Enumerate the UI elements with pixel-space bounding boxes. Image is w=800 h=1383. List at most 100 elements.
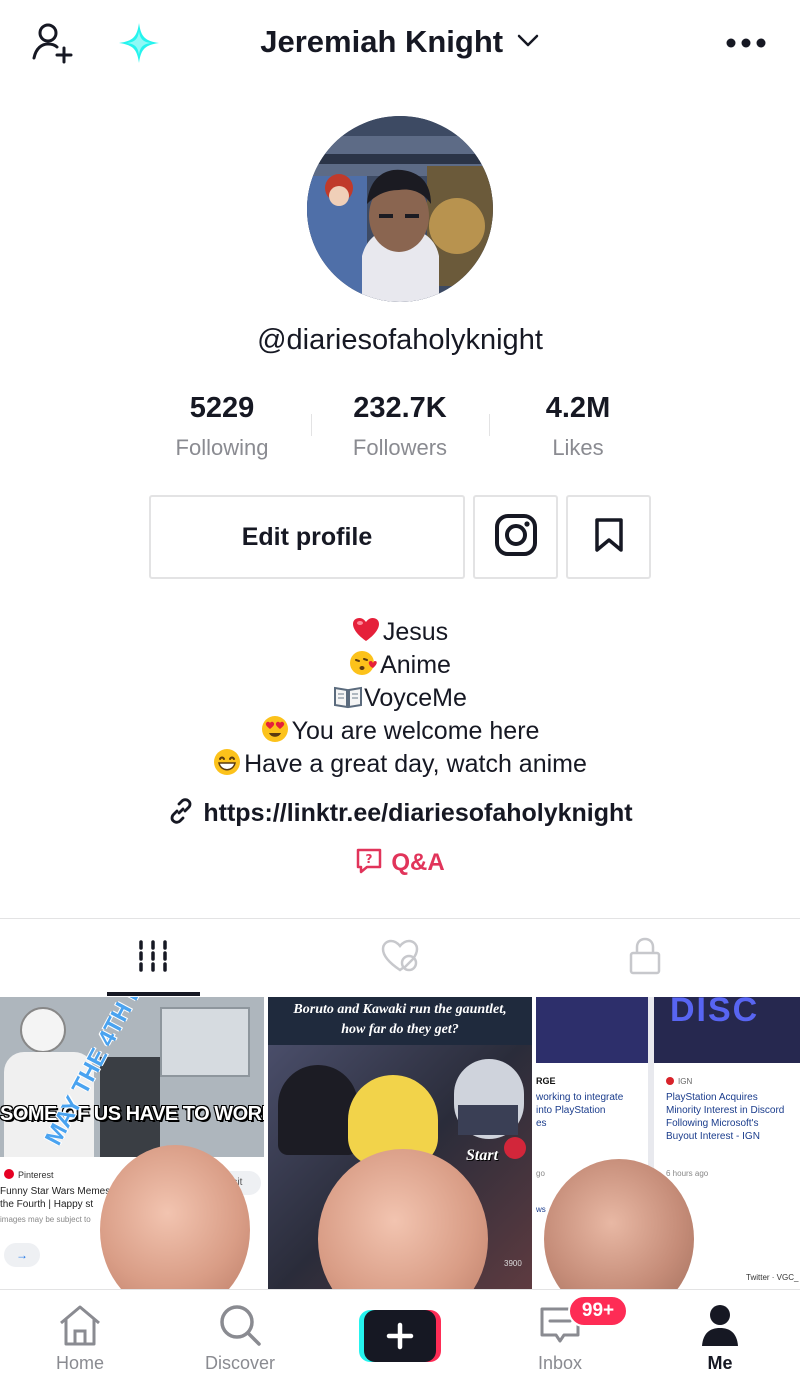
tab-private[interactable] bbox=[512, 919, 778, 997]
ign-logo-icon bbox=[666, 1077, 674, 1085]
stat-value: 4.2M bbox=[545, 392, 611, 424]
bookmark-icon bbox=[594, 517, 624, 558]
card-lines: working to integrate into PlayStation es bbox=[536, 1091, 623, 1130]
headline-line: how far do they get? bbox=[341, 1022, 459, 1037]
card-label: RGE bbox=[536, 1076, 556, 1086]
card-source-row: IGN bbox=[666, 1075, 692, 1088]
tab-videos[interactable] bbox=[20, 919, 286, 997]
nav-discover[interactable]: Discover bbox=[160, 1290, 320, 1383]
home-icon bbox=[0, 1302, 160, 1348]
bio-text: Have a great day, watch anime bbox=[244, 750, 587, 778]
nav-me[interactable]: Me bbox=[640, 1290, 800, 1383]
link-text: https://linktr.ee/diariesofaholyknight bbox=[203, 799, 633, 827]
tab-liked[interactable] bbox=[267, 919, 533, 997]
instagram-icon bbox=[494, 513, 538, 562]
card-line: es bbox=[536, 1118, 547, 1129]
edit-profile-button[interactable]: Edit profile bbox=[149, 495, 465, 579]
card-note: images may be subject to bbox=[0, 1215, 91, 1224]
card-title: Funny Star Wars Memes the Fourth | Happy… bbox=[0, 1185, 110, 1211]
stat-label: Following bbox=[175, 435, 269, 460]
discord-banner-right: DISC bbox=[654, 997, 800, 1063]
arrow-right-icon: → bbox=[4, 1243, 40, 1267]
card-source: IGN bbox=[678, 1077, 693, 1086]
profile-switcher[interactable]: Jeremiah Knight bbox=[0, 22, 800, 60]
nav-home[interactable]: Home bbox=[0, 1290, 160, 1383]
nav-label: Home bbox=[55, 1353, 104, 1373]
stat-label: Followers bbox=[352, 435, 448, 460]
video-thumbnail[interactable]: DISC RGE working to integrate into PlayS… bbox=[536, 997, 800, 1289]
headline-text: Boruto and Kawaki run the gauntlet, how … bbox=[268, 997, 532, 1040]
open-book-icon bbox=[333, 682, 363, 710]
bio-text: You are welcome here bbox=[291, 717, 540, 745]
grid-icon bbox=[137, 939, 169, 977]
card-title-line: Following Microsoft's bbox=[666, 1118, 759, 1129]
profile-link[interactable]: https://linktr.ee/diariesofaholyknight bbox=[0, 797, 800, 828]
bio-line: VoyceMe bbox=[0, 682, 800, 715]
card-news: ws bbox=[536, 1205, 546, 1214]
card-title-line: the Fourth | Happy st bbox=[0, 1199, 94, 1210]
stat-followers[interactable]: 232.7K Followers bbox=[311, 392, 489, 461]
card-title-line: Buyout Interest - IGN bbox=[666, 1131, 760, 1142]
search-icon bbox=[160, 1302, 320, 1348]
active-tab-indicator bbox=[107, 992, 200, 996]
profile-handle: @diariesofaholyknight bbox=[257, 324, 543, 356]
nav-label: Me bbox=[707, 1353, 733, 1373]
chevron-down-icon bbox=[516, 24, 540, 60]
profile-bio: Jesus Anime VoyceMe You are welcome here… bbox=[0, 616, 800, 781]
card-title-line: Funny Star Wars Memes bbox=[0, 1186, 111, 1197]
bookmark-button[interactable] bbox=[566, 495, 651, 579]
video-thumbnail[interactable]: SOME OF US HAVE TO WORK TODAY Pinterest … bbox=[0, 997, 264, 1289]
stat-value: 5229 bbox=[189, 392, 255, 424]
svg-text:?: ? bbox=[366, 852, 373, 866]
bio-line: Jesus bbox=[0, 616, 800, 649]
card-line: working to integrate bbox=[536, 1092, 624, 1103]
pinterest-logo-icon bbox=[4, 1169, 14, 1179]
card-source-row: Pinterest bbox=[4, 1169, 54, 1180]
stat-label: Likes bbox=[552, 435, 604, 460]
more-icon[interactable] bbox=[721, 18, 771, 68]
lock-icon bbox=[628, 937, 662, 980]
bio-line: Have a great day, watch anime bbox=[0, 748, 800, 781]
bio-text: Jesus bbox=[382, 618, 449, 646]
stat-likes[interactable]: 4.2M Likes bbox=[489, 392, 667, 461]
bio-text: VoyceMe bbox=[364, 684, 467, 712]
bio-line: Anime bbox=[0, 649, 800, 682]
video-grid: SOME OF US HAVE TO WORK TODAY Pinterest … bbox=[0, 997, 800, 1289]
profile-tabs bbox=[0, 919, 800, 997]
card-footer: Twitter · VGC_ bbox=[746, 1273, 799, 1282]
card-source: Pinterest bbox=[18, 1170, 54, 1180]
person-icon bbox=[640, 1302, 800, 1348]
question-box-icon: ? bbox=[355, 848, 391, 876]
stat-value: 232.7K bbox=[353, 392, 447, 424]
create-button[interactable] bbox=[359, 1310, 441, 1362]
nav-label: Discover bbox=[204, 1353, 275, 1373]
red-heart-icon bbox=[352, 616, 380, 644]
bottom-nav: Home Discover Inbox 99+ Me bbox=[0, 1289, 800, 1383]
inbox-badge: 99+ bbox=[568, 1295, 628, 1327]
nav-label: Inbox bbox=[537, 1353, 583, 1373]
discord-banner-left bbox=[536, 997, 648, 1063]
avatar[interactable] bbox=[307, 116, 493, 302]
view-counter: 3900 bbox=[504, 1259, 522, 1268]
card-time: 6 hours ago bbox=[666, 1169, 709, 1178]
card-title-line: PlayStation Acquires bbox=[666, 1092, 758, 1103]
start-label: Start bbox=[466, 1147, 499, 1164]
profile-stats: 5229 Following 232.7K Followers 4.2M Lik… bbox=[133, 392, 667, 472]
headline-line: Boruto and Kawaki run the gauntlet, bbox=[293, 1002, 507, 1017]
qa-button[interactable]: ? Q&A bbox=[0, 847, 800, 877]
bio-text: Anime bbox=[380, 651, 451, 679]
meme-caption: SOME OF US HAVE TO WORK TODAY bbox=[0, 1103, 264, 1125]
stat-following[interactable]: 5229 Following bbox=[133, 392, 311, 461]
heart-eyes-icon bbox=[261, 715, 289, 743]
video-thumbnail[interactable]: Boruto and Kawaki run the gauntlet, how … bbox=[268, 997, 532, 1289]
card-title: PlayStation Acquires Minority Interest i… bbox=[666, 1091, 784, 1143]
grinning-face-icon bbox=[213, 748, 241, 776]
card-line: into PlayStation bbox=[536, 1105, 606, 1116]
username-title: Jeremiah Knight bbox=[260, 23, 504, 59]
link-icon bbox=[167, 798, 203, 827]
instagram-button[interactable] bbox=[473, 495, 558, 579]
card-time: go bbox=[536, 1169, 545, 1178]
card-title-line: Minority Interest in Discord bbox=[666, 1105, 785, 1116]
bio-line: You are welcome here bbox=[0, 715, 800, 748]
qa-label: Q&A bbox=[391, 849, 445, 876]
